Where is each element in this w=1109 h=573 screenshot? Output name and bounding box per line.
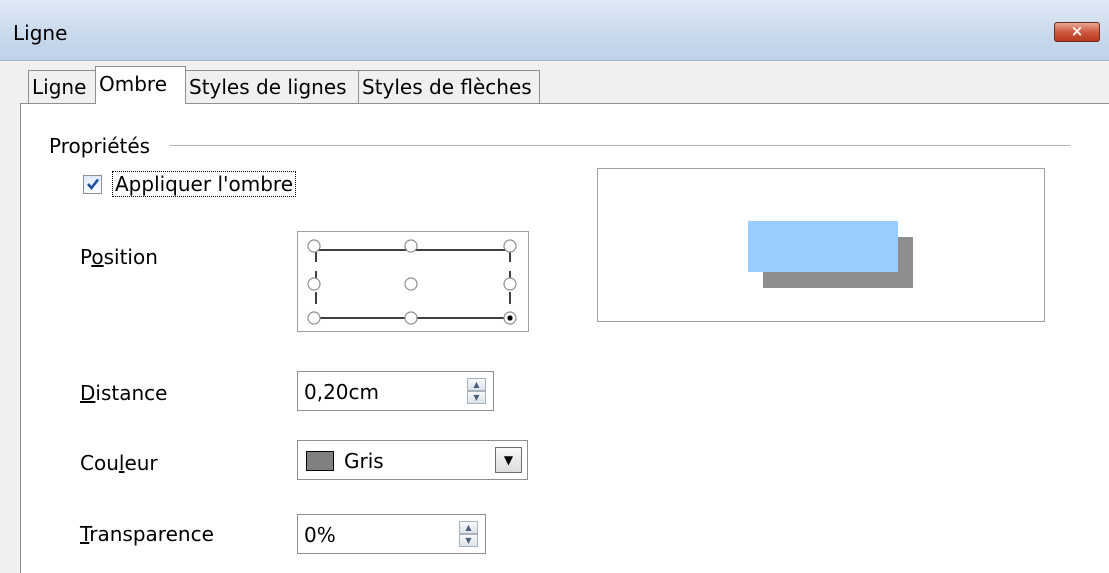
position-radio-bottom-center — [404, 311, 418, 325]
transparency-spinbox[interactable]: 0% ▲ ▼ — [297, 514, 486, 554]
tab-styles-de-lignes[interactable]: Styles de lignes — [185, 70, 359, 103]
apply-shadow-checkbox[interactable] — [83, 175, 102, 194]
transparency-label-mnemonic: T — [80, 522, 90, 546]
transparency-label-suffix: ransparence — [89, 522, 214, 546]
distance-spinbox[interactable]: 0,20cm ▲ ▼ — [297, 371, 494, 411]
distance-down-button[interactable]: ▼ — [467, 391, 486, 404]
color-dropdown[interactable]: Gris ▼ — [297, 440, 528, 480]
color-swatch — [306, 451, 334, 471]
position-label: Position — [80, 245, 158, 269]
shadow-position-selector[interactable] — [297, 231, 529, 332]
position-radio-bottom-left — [307, 311, 321, 325]
title-bar: Ligne × — [0, 0, 1109, 61]
section-title: Propriétés — [49, 134, 159, 158]
position-radio-top-right — [503, 239, 517, 253]
shadow-preview — [597, 168, 1045, 322]
section-divider — [170, 145, 1070, 146]
position-radio-middle-right — [503, 277, 517, 291]
distance-value[interactable]: 0,20cm — [304, 380, 379, 404]
position-radio-top-center — [404, 239, 418, 253]
tab-ligne[interactable]: Ligne — [28, 70, 98, 103]
position-label-suffix: sition — [103, 245, 158, 269]
position-label-prefix: P — [80, 245, 92, 269]
position-radio-middle-left — [307, 277, 321, 291]
window-title: Ligne — [13, 21, 68, 45]
dropdown-arrow-icon[interactable]: ▼ — [495, 447, 522, 473]
position-radio-center — [404, 277, 418, 291]
transparency-up-button[interactable]: ▲ — [459, 521, 478, 534]
color-label-suffix: eur — [124, 451, 158, 475]
transparency-spin-buttons: ▲ ▼ — [459, 521, 478, 547]
line-dialog: Ligne × Ligne Ombre Styles de lignes Sty… — [0, 0, 1109, 573]
position-label-mnemonic: o — [91, 245, 104, 269]
close-button[interactable]: × — [1054, 22, 1100, 42]
position-radio-top-left — [307, 239, 321, 253]
distance-spin-buttons: ▲ ▼ — [467, 378, 486, 404]
position-grid-graphic — [307, 239, 517, 325]
checkmark-icon — [87, 178, 100, 191]
color-value: Gris — [344, 449, 384, 473]
distance-up-button[interactable]: ▲ — [467, 378, 486, 391]
distance-label: Distance — [80, 381, 167, 405]
transparency-value[interactable]: 0% — [304, 523, 336, 547]
color-label-prefix: Cou — [80, 451, 119, 475]
color-label: Couleur — [80, 451, 158, 475]
transparency-down-button[interactable]: ▼ — [459, 534, 478, 547]
tab-styles-de-fleches[interactable]: Styles de flèches — [358, 70, 540, 103]
position-radio-selected-dot — [507, 315, 513, 321]
tab-ombre[interactable]: Ombre — [95, 66, 186, 104]
distance-label-mnemonic: D — [80, 381, 96, 405]
transparency-label: Transparence — [80, 522, 214, 546]
preview-shape-rect — [748, 221, 898, 272]
distance-label-suffix: istance — [95, 381, 168, 405]
apply-shadow-label[interactable]: Appliquer l'ombre — [112, 171, 296, 197]
